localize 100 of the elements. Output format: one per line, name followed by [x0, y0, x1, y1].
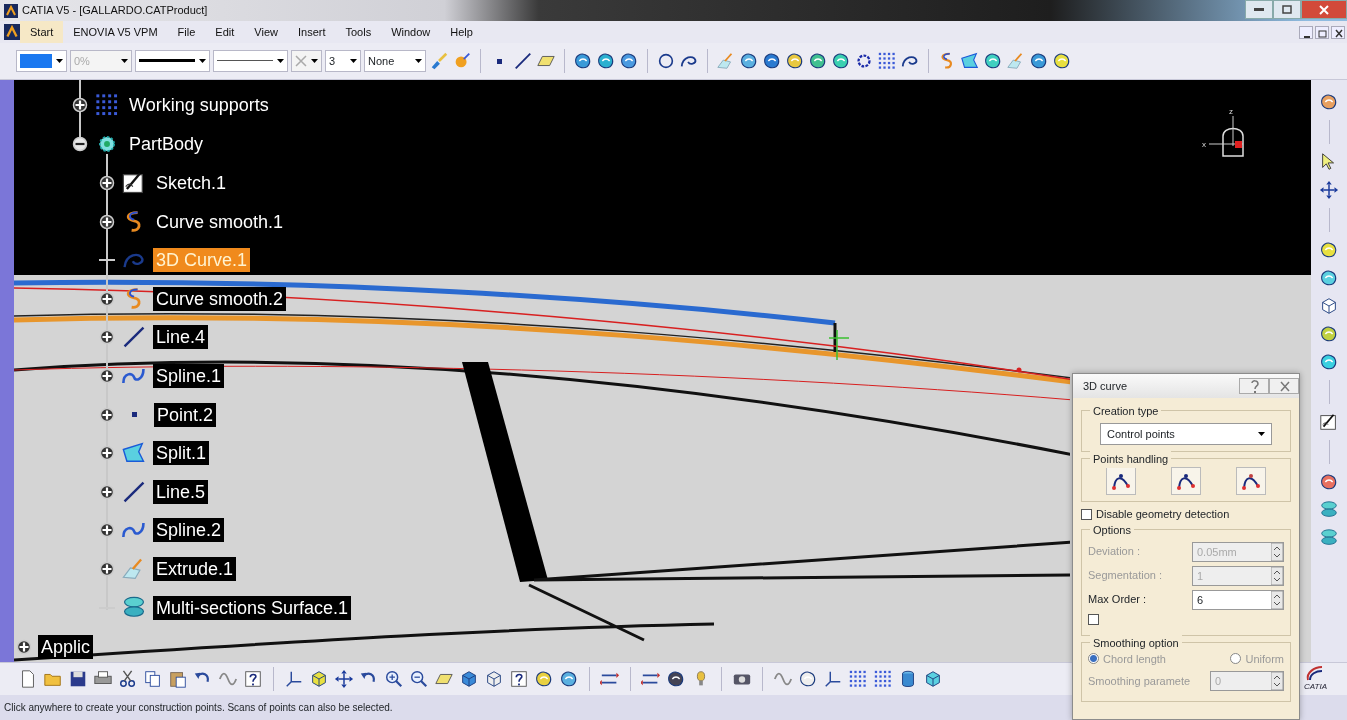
- line-type-dropdown[interactable]: [213, 50, 288, 72]
- surface-icon[interactable]: [785, 51, 805, 71]
- copy-icon[interactable]: [143, 669, 163, 689]
- maximize-button[interactable]: [1273, 0, 1301, 19]
- zoom-in-icon[interactable]: [384, 669, 404, 689]
- split-icon[interactable]: [960, 51, 980, 71]
- paste-icon[interactable]: [168, 669, 188, 689]
- surface-icon[interactable]: [666, 669, 686, 689]
- axes-icon[interactable]: [823, 669, 843, 689]
- expand-icon[interactable]: [99, 368, 115, 384]
- point-icon[interactable]: [497, 58, 502, 64]
- tree-item[interactable]: Point.2: [154, 402, 217, 427]
- scrollbar[interactable]: [0, 80, 14, 662]
- color-dropdown[interactable]: [16, 50, 67, 72]
- menu-item[interactable]: Start: [20, 20, 64, 44]
- surface-icon[interactable]: [1052, 51, 1072, 71]
- expand-icon[interactable]: [99, 483, 115, 500]
- spin-field[interactable]: 6: [1192, 589, 1284, 610]
- expand-icon[interactable]: [99, 213, 115, 230]
- line-icon[interactable]: [513, 51, 533, 71]
- help-icon[interactable]: [243, 669, 263, 689]
- spinner-icon[interactable]: [1271, 590, 1283, 609]
- compass-icon[interactable]: [1208, 115, 1244, 157]
- axes-icon[interactable]: [284, 669, 304, 689]
- surface-icon[interactable]: [983, 51, 1003, 71]
- surface-icon[interactable]: [534, 669, 554, 689]
- menu-item[interactable]: Help: [440, 20, 483, 44]
- brush-icon[interactable]: [429, 51, 449, 71]
- surface-icon[interactable]: [1319, 324, 1339, 344]
- expand-icon[interactable]: [99, 290, 115, 307]
- cube-icon[interactable]: [309, 669, 329, 689]
- expand-icon[interactable]: [99, 445, 115, 462]
- tree-item[interactable]: Applic: [38, 635, 94, 659]
- pan-icon[interactable]: [1319, 180, 1339, 200]
- loft-surface-icon[interactable]: [1319, 500, 1339, 520]
- grid-icon[interactable]: [877, 51, 897, 71]
- surface-icon[interactable]: [1319, 240, 1339, 260]
- expand-icon[interactable]: [99, 329, 115, 346]
- checkbox[interactable]: [1088, 613, 1099, 625]
- minimize-icon[interactable]: [1299, 25, 1313, 39]
- tree-item[interactable]: Line.4: [153, 325, 209, 350]
- surface-icon[interactable]: [831, 51, 851, 71]
- surface-icon[interactable]: [619, 51, 639, 71]
- point-curve-button[interactable]: [1171, 467, 1201, 495]
- help-icon[interactable]: [509, 669, 529, 689]
- point-curve-button[interactable]: [1105, 467, 1136, 495]
- surface-icon[interactable]: [739, 51, 759, 71]
- surface-icon[interactable]: [1319, 92, 1339, 112]
- surface-icon[interactable]: [1319, 472, 1339, 492]
- close-icon[interactable]: [1331, 25, 1345, 39]
- menu-item[interactable]: Edit: [205, 20, 245, 44]
- surface-icon[interactable]: [762, 51, 782, 71]
- menu-item[interactable]: File: [167, 20, 206, 44]
- close-button[interactable]: [1301, 0, 1347, 19]
- layer-dropdown[interactable]: None: [364, 50, 426, 72]
- surface-icon[interactable]: [573, 51, 593, 71]
- edit-points-button[interactable]: [1236, 467, 1267, 495]
- minimize-button[interactable]: [1245, 0, 1273, 19]
- surface-icon[interactable]: [1029, 51, 1049, 71]
- creation-type-dropdown[interactable]: Control points: [1100, 423, 1272, 445]
- surface-icon[interactable]: [808, 51, 828, 71]
- line-thickness-dropdown[interactable]: [135, 50, 210, 72]
- zoom-out-icon[interactable]: [409, 669, 429, 689]
- menu-item[interactable]: Window: [381, 20, 441, 44]
- cube-icon[interactable]: [923, 669, 943, 689]
- expand-icon[interactable]: [99, 561, 115, 577]
- scissors-icon[interactable]: [118, 669, 138, 689]
- tree-item[interactable]: Line.5: [153, 479, 209, 504]
- pan-icon[interactable]: [334, 669, 354, 689]
- surface-icon[interactable]: [1319, 268, 1339, 288]
- checkbox[interactable]: [1081, 508, 1092, 520]
- surface-icon[interactable]: [559, 669, 579, 689]
- surface-icon[interactable]: [596, 51, 616, 71]
- ring-icon[interactable]: [854, 51, 874, 71]
- menu-item[interactable]: Insert: [287, 20, 336, 44]
- sketch-icon[interactable]: [1319, 412, 1339, 432]
- surface-icon[interactable]: [1319, 352, 1339, 372]
- collapse-icon[interactable]: [72, 136, 88, 152]
- cube-icon[interactable]: [1319, 296, 1339, 316]
- tree-item[interactable]: Multi-sections Surface.1: [153, 595, 352, 620]
- tree-item[interactable]: Extrude.1: [153, 557, 237, 581]
- expand-icon[interactable]: [16, 639, 32, 655]
- expand-icon[interactable]: [99, 522, 115, 539]
- tree-item[interactable]: Split.1: [153, 441, 210, 466]
- menu-item[interactable]: ENOVIA V5 VPM: [63, 20, 168, 44]
- point-symbol-dropdown[interactable]: [291, 50, 322, 72]
- tree-item[interactable]: Spline.2: [153, 518, 225, 543]
- circle-icon[interactable]: [656, 51, 676, 71]
- tree-item[interactable]: Curve smooth.2: [153, 286, 287, 311]
- save-icon[interactable]: [68, 669, 88, 689]
- cube-icon[interactable]: [459, 669, 479, 689]
- menu-item[interactable]: View: [244, 20, 288, 44]
- tree-item[interactable]: Spline.1: [153, 364, 225, 388]
- cube-icon[interactable]: [484, 669, 504, 689]
- grid-icon[interactable]: [873, 669, 893, 689]
- surface-icon[interactable]: [798, 669, 818, 689]
- expand-icon[interactable]: [99, 406, 115, 423]
- menu-item[interactable]: Tools: [335, 20, 382, 44]
- line-weight-dropdown[interactable]: 3: [325, 50, 361, 72]
- grid-icon[interactable]: [848, 669, 868, 689]
